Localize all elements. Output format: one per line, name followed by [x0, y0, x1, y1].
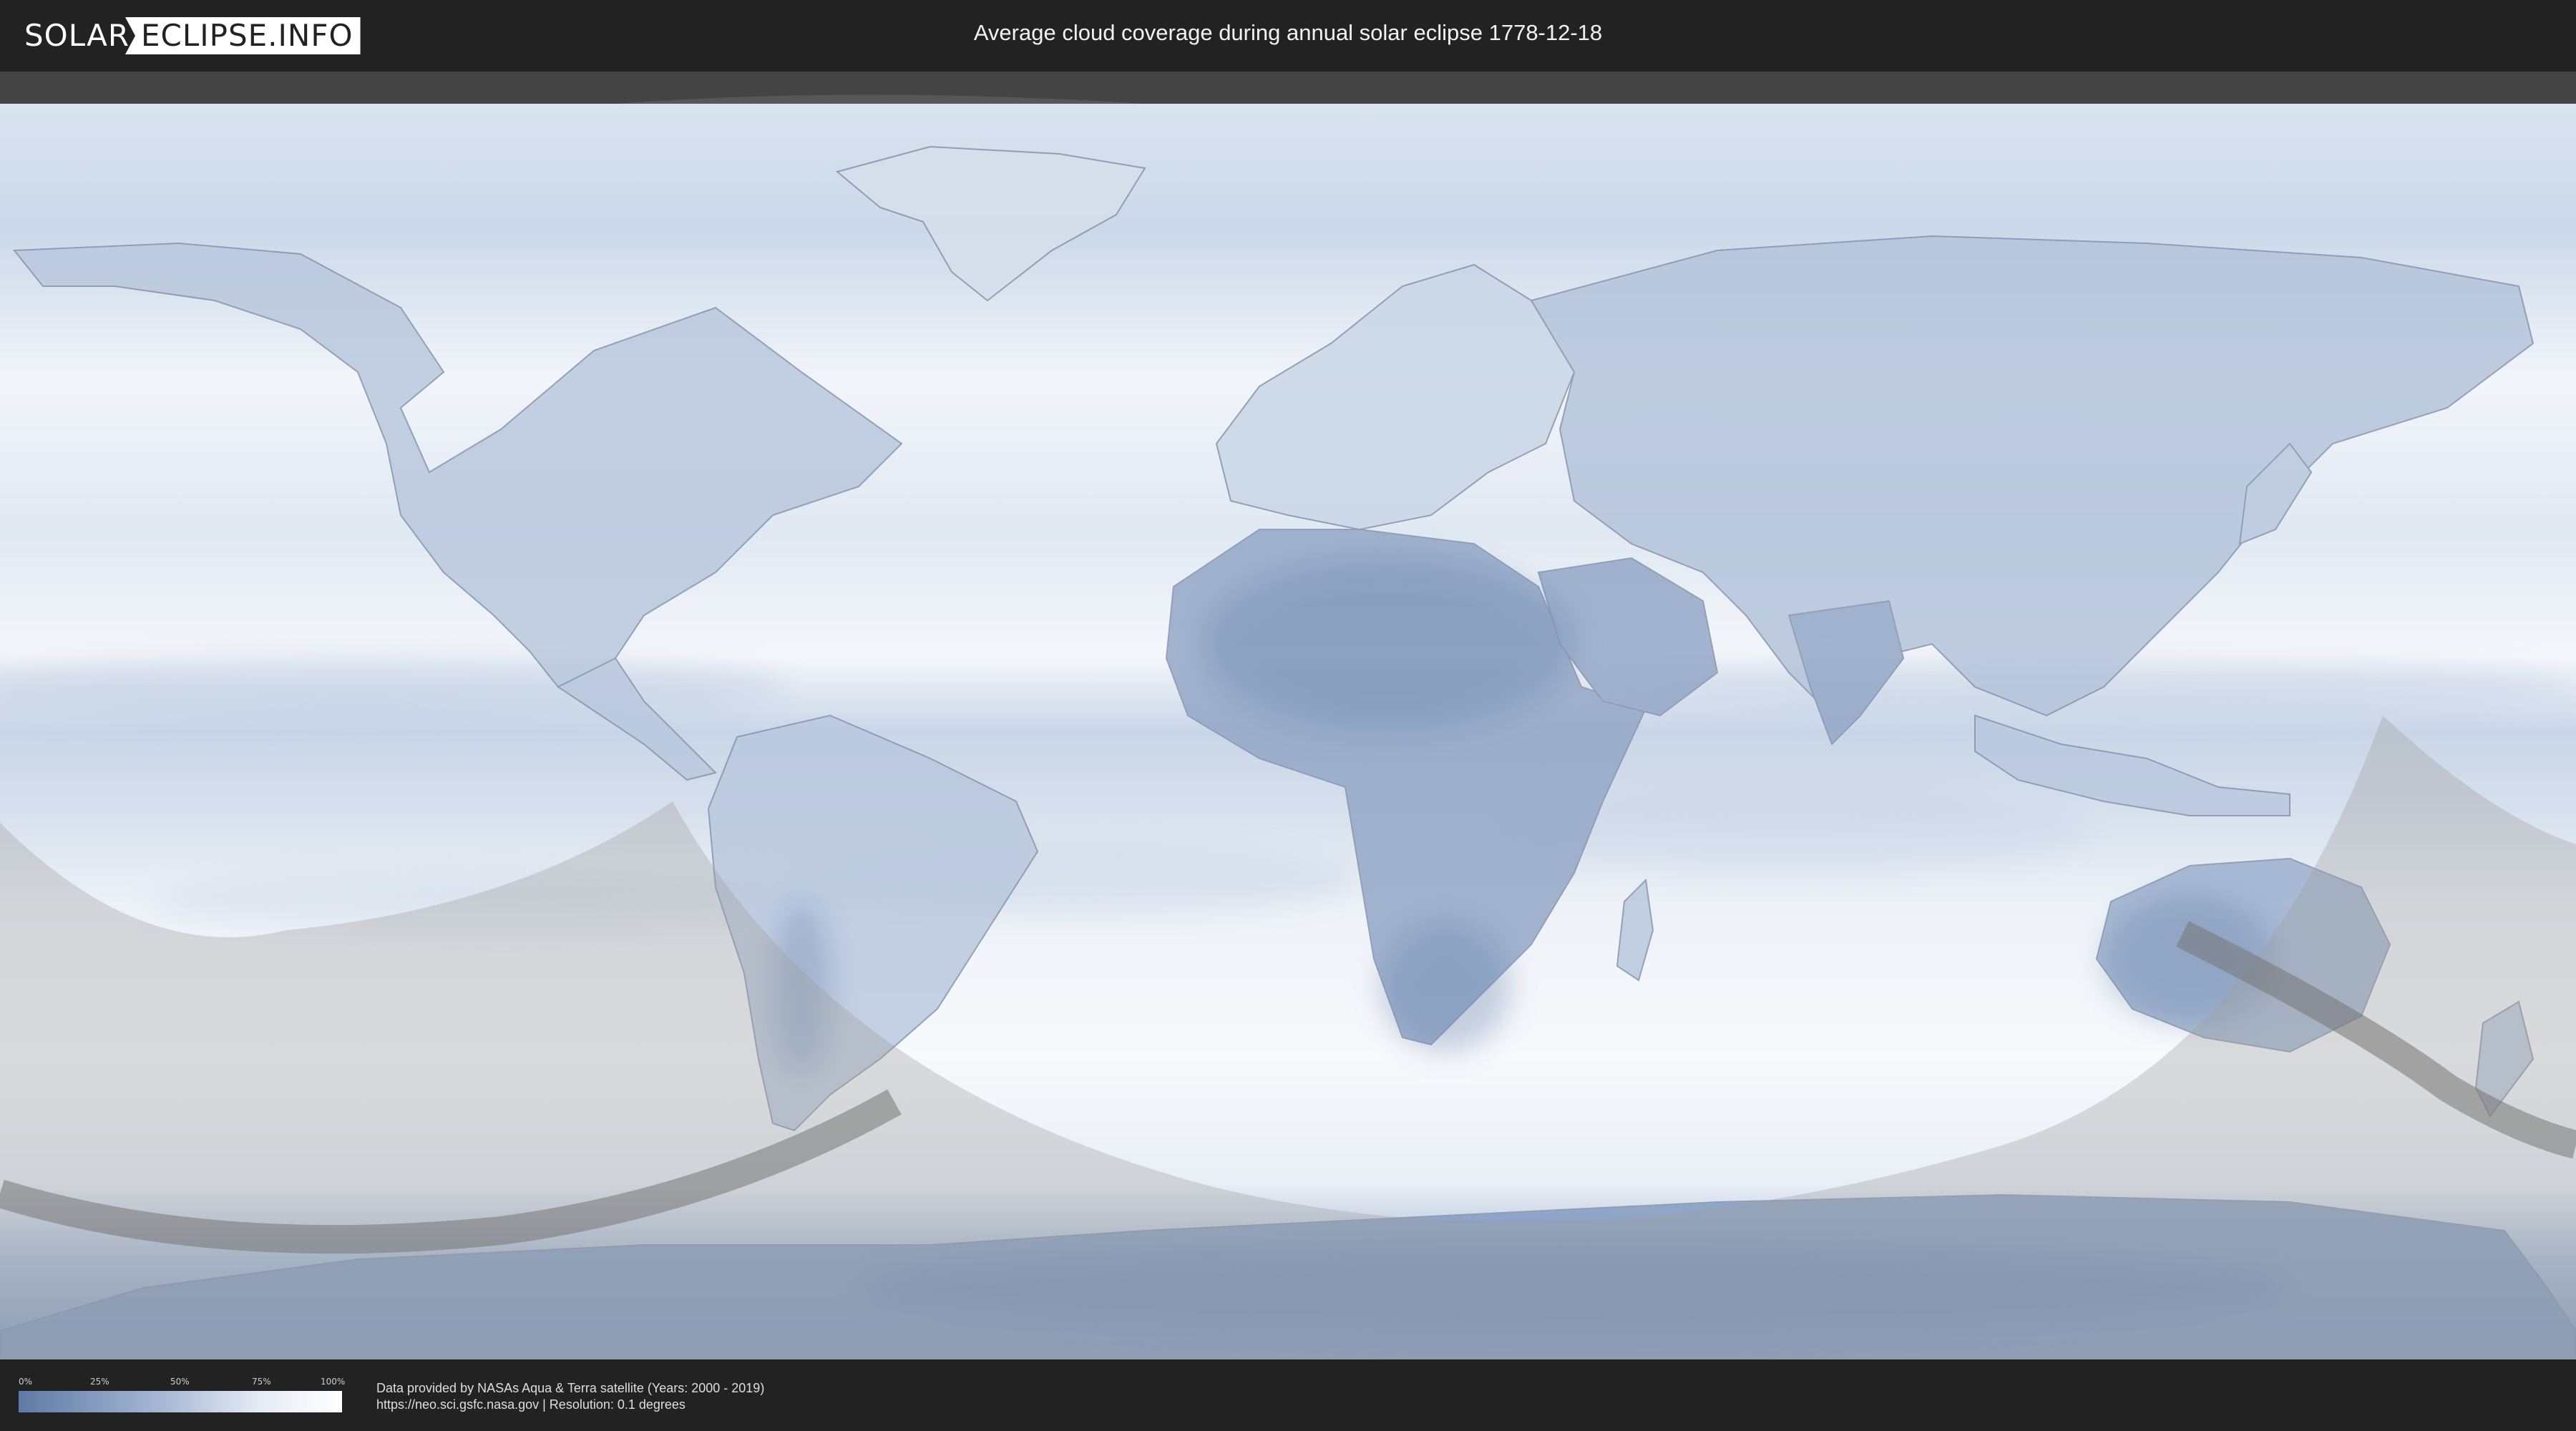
data-credit: Data provided by NASAs Aqua & Terra sate… — [376, 1381, 765, 1395]
legend-tick-100: 100% — [321, 1377, 346, 1387]
footer-bar: 0% 25% 50% 75% 100% Data provided by NAS… — [0, 1359, 2576, 1431]
header-bar: SOLAR ECLIPSE.INFO Average cloud coverag… — [0, 0, 2576, 72]
world-map-svg — [0, 72, 2576, 1359]
cloud-coverage-map[interactable] — [0, 72, 2576, 1359]
data-source-url[interactable]: https://neo.sci.gsfc.nasa.gov | Resoluti… — [376, 1397, 686, 1412]
legend-tick-75: 75% — [252, 1377, 271, 1387]
map-sheen — [0, 104, 2576, 1359]
legend-tick-50: 50% — [170, 1377, 190, 1387]
legend-tick-25: 25% — [90, 1377, 109, 1387]
legend-tick-0: 0% — [19, 1377, 33, 1387]
map-top-margin — [0, 72, 2576, 104]
cloud-coverage-legend — [19, 1391, 342, 1412]
page-title: Average cloud coverage during annual sol… — [973, 20, 1603, 45]
